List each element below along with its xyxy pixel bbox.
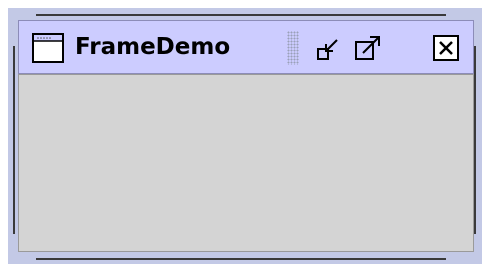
frame-edge-bottom (36, 258, 446, 260)
frame-content-pane (18, 74, 474, 252)
maximize-button[interactable] (353, 33, 383, 63)
window-title: FrameDemo (75, 34, 231, 60)
frame-edge-top (36, 14, 446, 16)
title-grip (287, 31, 299, 65)
frame-edge-left (13, 46, 15, 234)
window-icon[interactable] (32, 33, 64, 63)
minimize-icon (317, 39, 338, 60)
close-icon (433, 35, 459, 61)
internal-frame: FrameDemo (8, 8, 482, 264)
maximize-icon (355, 36, 380, 60)
frame-edge-right (474, 46, 476, 234)
minimize-button[interactable] (315, 33, 345, 63)
title-bar[interactable]: FrameDemo (18, 20, 474, 74)
close-button[interactable] (431, 33, 461, 63)
